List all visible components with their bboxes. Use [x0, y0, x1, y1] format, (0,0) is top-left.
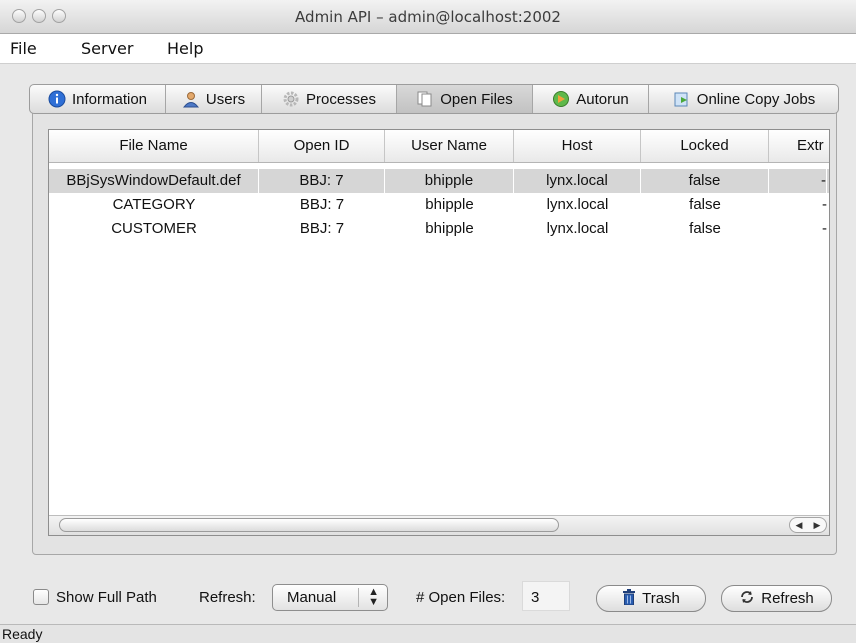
column-header-extra[interactable]: Extr: [769, 130, 829, 162]
refresh-icon: [739, 589, 755, 609]
menu-file[interactable]: File: [10, 39, 37, 58]
cell-extra: -: [822, 220, 827, 237]
users-icon: [182, 90, 200, 108]
tab-autorun-label: Autorun: [576, 90, 629, 108]
tab-online-copy-jobs-label: Online Copy Jobs: [696, 90, 816, 108]
tab-processes[interactable]: Processes: [262, 85, 397, 113]
info-icon: [48, 90, 66, 108]
copy-jobs-icon: [673, 90, 691, 108]
tab-users[interactable]: Users: [166, 85, 262, 113]
tab-open-files[interactable]: Open Files: [397, 85, 533, 113]
cell-locked: false: [689, 220, 721, 237]
menu-help[interactable]: Help: [167, 39, 203, 58]
cell-file-name: CATEGORY: [112, 196, 196, 213]
refresh-label: Refresh:: [199, 589, 256, 606]
refresh-button-label: Refresh: [761, 590, 814, 607]
tab-information[interactable]: Information: [30, 85, 166, 113]
column-header-file-name[interactable]: File Name: [49, 130, 259, 162]
cell-file-name: CUSTOMER: [111, 220, 197, 237]
scroll-left-icon[interactable]: ◀: [790, 518, 808, 532]
menu-server[interactable]: Server: [81, 39, 133, 58]
column-header-host[interactable]: Host: [514, 130, 641, 162]
trash-icon: [622, 588, 636, 609]
cell-locked: false: [641, 169, 769, 193]
status-bar: Ready: [0, 624, 856, 643]
cell-open-id: BBJ: 7: [259, 169, 385, 193]
cell-locked: false: [689, 196, 721, 213]
documents-icon: [416, 90, 434, 108]
up-down-arrows-icon: ▲ ▼: [368, 586, 379, 608]
trash-button[interactable]: Trash: [596, 585, 706, 612]
open-files-count-label: # Open Files:: [416, 589, 506, 606]
cell-file-name: BBjSysWindowDefault.def: [49, 169, 259, 193]
refresh-select-value: Manual: [287, 589, 337, 606]
scroll-right-icon[interactable]: ▶: [808, 518, 826, 532]
table-row[interactable]: BBjSysWindowDefault.def BBJ: 7 bhipple l…: [49, 169, 829, 193]
column-header-open-id[interactable]: Open ID: [259, 130, 385, 162]
scrollbar-thumb[interactable]: [59, 518, 559, 532]
horizontal-scrollbar[interactable]: ◀ ▶: [49, 515, 829, 535]
autorun-icon: [552, 90, 570, 108]
column-header-user-name[interactable]: User Name: [385, 130, 514, 162]
title-bar: Admin API – admin@localhost:2002: [0, 0, 856, 34]
open-files-table: File Name Open ID User Name Host Locked …: [48, 129, 830, 536]
cell-host: lynx.local: [514, 169, 641, 193]
tab-online-copy-jobs[interactable]: Online Copy Jobs: [649, 85, 838, 113]
cell-user-name: bhipple: [385, 169, 514, 193]
open-files-count-field: 3: [522, 581, 570, 611]
tab-information-label: Information: [71, 90, 148, 108]
tab-autorun[interactable]: Autorun: [533, 85, 649, 113]
tab-open-files-label: Open Files: [440, 90, 513, 108]
cell-extra: -: [769, 169, 827, 193]
cell-host: lynx.local: [546, 196, 609, 213]
table-row[interactable]: CATEGORY BBJ: 7 bhipple lynx.local false…: [49, 193, 829, 217]
cell-user-name: bhipple: [425, 196, 474, 213]
show-full-path-label: Show Full Path: [56, 589, 157, 606]
cell-open-id: BBJ: 7: [299, 220, 345, 237]
select-divider: [358, 588, 359, 607]
gear-icon: [282, 90, 300, 108]
tab-processes-label: Processes: [305, 90, 377, 108]
tab-users-label: Users: [205, 90, 246, 108]
cell-host: lynx.local: [546, 220, 609, 237]
refresh-button[interactable]: Refresh: [721, 585, 832, 612]
cell-extra: -: [822, 196, 827, 213]
trash-button-label: Trash: [642, 590, 680, 607]
refresh-select[interactable]: Manual ▲ ▼: [272, 584, 388, 611]
cell-open-id: BBJ: 7: [299, 196, 345, 213]
scroll-arrows: ◀ ▶: [789, 517, 827, 533]
column-header-locked[interactable]: Locked: [641, 130, 769, 162]
tab-strip: Information Users Processes Open Files A…: [29, 84, 839, 114]
show-full-path-checkbox[interactable]: [33, 589, 49, 605]
window-title: Admin API – admin@localhost:2002: [295, 8, 561, 26]
table-header: File Name Open ID User Name Host Locked …: [49, 130, 829, 163]
menu-bar: File Server Help: [0, 34, 856, 64]
table-row[interactable]: CUSTOMER BBJ: 7 bhipple lynx.local false…: [49, 217, 829, 241]
cell-user-name: bhipple: [425, 220, 474, 237]
